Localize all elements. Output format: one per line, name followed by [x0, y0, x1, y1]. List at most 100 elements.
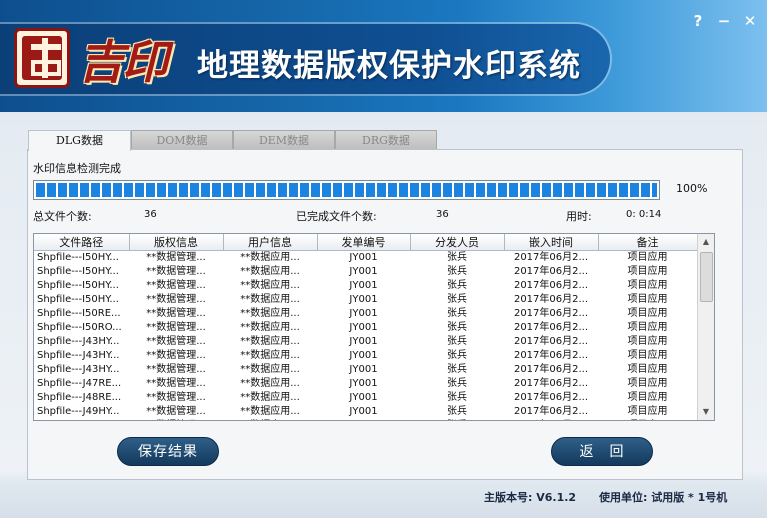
help-button[interactable]: ? — [688, 12, 708, 30]
cell-remark: 项目应用 — [627, 378, 668, 389]
table-scrollbar[interactable]: ▲ ▼ — [697, 234, 714, 420]
back-button[interactable]: 返 回 — [551, 437, 653, 466]
cell-copyright: **数据管理... — [146, 252, 206, 263]
table-row[interactable]: Shpfile---J49HY...**数据管理...**数据应用...JY00… — [34, 419, 697, 420]
cell-embed-time: 2017年06月2... — [513, 406, 589, 417]
tab-drg[interactable]: DRG数据 — [335, 130, 437, 150]
cell-remark: 项目应用 — [627, 336, 668, 347]
done-files-value: 36 — [436, 209, 449, 220]
cell-remark: 项目应用 — [627, 308, 668, 319]
tab-dlg[interactable]: DLG数据 — [28, 130, 131, 151]
table-row[interactable]: Shpfile---I50HY... **数据管理... **数据应用... JY00… — [34, 265, 697, 279]
cell-distributor: 张兵 — [447, 294, 467, 305]
table-row[interactable]: Shpfile---I50RE... **数据管理... **数据应用... JY00… — [34, 307, 697, 321]
cell-distributor: 张兵 — [447, 280, 467, 291]
cell-embed-time: 2017年06月2... — [513, 364, 589, 375]
cell-embed-time: 2017年06月2... — [513, 378, 589, 389]
cell-copyright: **数据管理... — [146, 280, 206, 291]
cell-order-no: JY001 — [349, 266, 378, 277]
column-header-remark[interactable]: 备注 — [598, 234, 698, 251]
cell-user: **数据应用... — [240, 252, 300, 263]
elapsed-time-value: 0: 0:14 — [626, 209, 662, 220]
table-row[interactable]: Shpfile---J43HY... **数据管理... **数据应用... JY00… — [34, 363, 697, 377]
table-row[interactable]: Shpfile---J48RE... **数据管理... **数据应用... JY00… — [34, 391, 697, 405]
minimize-button[interactable]: − — [714, 12, 734, 30]
cell-user: **数据应用... — [240, 308, 300, 319]
scrollbar-thumb[interactable] — [700, 252, 713, 302]
cell-distributor: 张兵 — [447, 266, 467, 277]
cell-user: **数据应用... — [240, 406, 300, 417]
results-table[interactable]: 文件路径 版权信息 用户信息 发单编号 分发人员 嵌入时间 备注 Shpfile… — [33, 233, 715, 421]
cell-copyright: **数据管理... — [146, 266, 206, 277]
total-files-value: 36 — [144, 209, 157, 220]
table-row[interactable]: Shpfile---I50HY... **数据管理... **数据应用... JY00… — [34, 251, 697, 266]
cell-user: **数据应用... — [240, 336, 300, 347]
cell-distributor: 张兵 — [447, 392, 467, 403]
cell-copyright: **数据管理... — [146, 364, 206, 375]
cell-order-no: JY001 — [317, 419, 410, 420]
progress-percent: 100% — [676, 182, 708, 195]
cell-remark: 项目应用 — [627, 252, 668, 263]
elapsed-time-label: 用时: — [566, 210, 592, 223]
scroll-up-icon[interactable]: ▲ — [698, 234, 714, 250]
table-row[interactable]: Shpfile---I50RO... **数据管理... **数据应用... JY00… — [34, 321, 697, 335]
cell-copyright: **数据管理... — [146, 294, 206, 305]
cell-order-no: JY001 — [349, 378, 378, 389]
table-row[interactable]: Shpfile---I50HY... **数据管理... **数据应用... JY00… — [34, 279, 697, 293]
table-row[interactable]: Shpfile---J47RE... **数据管理... **数据应用... JY00… — [34, 377, 697, 391]
table-header-row: 文件路径 版权信息 用户信息 发单编号 分发人员 嵌入时间 备注 — [34, 234, 698, 251]
cell-copyright: **数据管理... — [146, 350, 206, 361]
cell-order-no: JY001 — [349, 406, 378, 417]
column-header-embed-time[interactable]: 嵌入时间 — [504, 234, 599, 251]
cell-copyright: **数据管理... — [146, 336, 206, 347]
cell-path: Shpfile---J43HY... — [37, 350, 120, 361]
column-header-path[interactable]: 文件路径 — [34, 234, 130, 251]
table-row[interactable]: Shpfile---J43HY... **数据管理... **数据应用... JY00… — [34, 335, 697, 349]
cell-path: Shpfile---I50HY... — [37, 280, 119, 291]
close-button[interactable]: ✕ — [740, 12, 760, 30]
scroll-down-icon[interactable]: ▼ — [698, 404, 714, 420]
cell-user: **数据应用... — [240, 322, 300, 333]
cell-distributor: 张兵 — [447, 350, 467, 361]
column-header-copyright[interactable]: 版权信息 — [129, 234, 224, 251]
save-results-button[interactable]: 保存结果 — [117, 437, 219, 466]
cell-user: **数据应用... — [240, 350, 300, 361]
cell-copyright: **数据管理... — [146, 406, 206, 417]
cell-embed-time: 2017年06月2... — [513, 252, 589, 263]
table-row[interactable]: Shpfile---I50HY... **数据管理... **数据应用... JY00… — [34, 293, 697, 307]
cell-distributor: 张兵 — [447, 364, 467, 375]
cell-embed-time: 2017年06月2... — [513, 322, 589, 333]
cell-path: Shpfile---J47RE... — [37, 378, 122, 389]
cell-distributor: 张兵 — [447, 308, 467, 319]
cell-path: Shpfile---I50RO... — [37, 322, 122, 333]
cell-distributor: 张兵 — [447, 252, 467, 263]
cell-path: Shpfile---I50HY... — [37, 294, 119, 305]
status-message: 水印信息检测完成 — [33, 162, 121, 175]
cell-user: **数据应用... — [240, 294, 300, 305]
table-row[interactable]: Shpfile---J43HY... **数据管理... **数据应用... JY00… — [34, 349, 697, 363]
cell-path: Shpfile---I50HY... — [37, 252, 119, 263]
logo-seal-icon — [14, 28, 70, 88]
column-header-order-no[interactable]: 发单编号 — [317, 234, 411, 251]
cell-path: Shpfile---I50HY... — [37, 266, 119, 277]
cell-embed-time: 2017年06月2... — [504, 419, 598, 420]
cell-path: Shpfile---J43HY... — [37, 364, 120, 375]
cell-path: Shpfile---J49HY... — [37, 406, 120, 417]
cell-remark: 项目应用 — [627, 364, 668, 375]
cell-embed-time: 2017年06月2... — [513, 280, 589, 291]
cell-remark: 项目应用 — [627, 294, 668, 305]
cell-copyright: **数据管理... — [146, 308, 206, 319]
cell-remark: 项目应用 — [627, 350, 668, 361]
done-files-label: 已完成文件个数: — [296, 210, 377, 223]
brand-logo-text: 吉印 — [78, 35, 168, 89]
column-header-user[interactable]: 用户信息 — [223, 234, 318, 251]
cell-path: Shpfile---I50RE... — [37, 308, 121, 319]
cell-remark: 项目应用 — [627, 406, 668, 417]
tab-dem[interactable]: DEM数据 — [233, 130, 335, 150]
cell-copyright: **数据管理... — [146, 322, 206, 333]
cell-distributor: 张兵 — [410, 419, 504, 420]
tab-dom[interactable]: DOM数据 — [131, 130, 233, 150]
license-text: 使用单位: 试用版 * 1号机 — [599, 491, 728, 504]
table-row[interactable]: Shpfile---J49HY... **数据管理... **数据应用... JY00… — [34, 405, 697, 419]
column-header-distributor[interactable]: 分发人员 — [410, 234, 505, 251]
